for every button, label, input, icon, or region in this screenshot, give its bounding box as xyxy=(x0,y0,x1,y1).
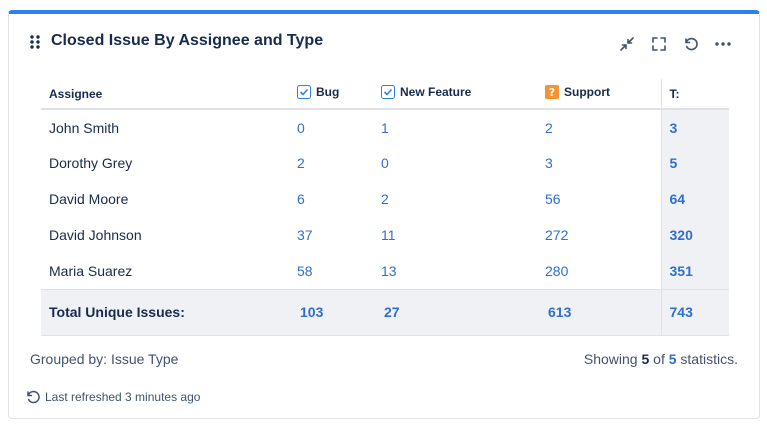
support-type-icon: ? xyxy=(545,85,559,102)
showing-total: 5 xyxy=(668,351,677,367)
assignee-name: David Johnson xyxy=(49,227,142,243)
last-refreshed-text: Last refreshed 3 minutes ago xyxy=(45,390,201,404)
showing-count-label: Showing 5 of 5 statistics. xyxy=(584,351,738,367)
summary-support-link[interactable]: 613 xyxy=(537,288,661,336)
bug-count-link[interactable]: 2 xyxy=(289,145,373,181)
refresh-button[interactable] xyxy=(675,34,707,54)
summary-total-link[interactable]: 743 xyxy=(660,288,729,336)
header-assignee[interactable]: Assignee xyxy=(41,79,289,110)
showing-prefix: Showing xyxy=(583,351,638,367)
new-feature-count-link[interactable]: 13 xyxy=(373,253,537,289)
grouped-by-label: Grouped by: Issue Type xyxy=(30,351,179,367)
assignee-name: David Moore xyxy=(49,191,129,207)
gadget-title: Closed Issue By Assignee and Type xyxy=(51,32,324,49)
bug-count-link[interactable]: 6 xyxy=(289,181,373,217)
new-feature-count-link[interactable]: 0 xyxy=(373,145,537,181)
svg-text:?: ? xyxy=(549,86,555,99)
new-feature-count-link[interactable]: 11 xyxy=(373,217,537,253)
summary-bug-link[interactable]: 103 xyxy=(289,288,373,336)
support-count-link[interactable]: 2 xyxy=(537,109,661,145)
row-total-link[interactable]: 3 xyxy=(660,109,729,145)
bug-count-link[interactable]: 58 xyxy=(289,253,373,289)
summary-label: Total Unique Issues: xyxy=(41,288,289,336)
table-header-row: Assignee Bug New Feature ? Support T: xyxy=(41,79,729,110)
showing-of: of xyxy=(653,351,665,367)
last-refreshed: Last refreshed 3 minutes ago xyxy=(25,389,200,405)
new-feature-type-icon xyxy=(381,85,395,102)
more-options-button[interactable] xyxy=(707,34,739,54)
support-count-link[interactable]: 272 xyxy=(537,217,661,253)
header-new-feature-label: New Feature xyxy=(400,85,472,99)
table-row: John Smith 0 1 2 3 xyxy=(41,109,729,145)
table-row: Dorothy Grey 2 0 3 5 xyxy=(41,145,729,181)
assignee-name: Maria Suarez xyxy=(49,262,133,279)
showing-count: 5 xyxy=(641,351,650,367)
table-row: Maria Suarez 58 13 280 351 xyxy=(41,253,729,289)
assignee-name: John Smith xyxy=(49,119,120,136)
more-options-icon xyxy=(715,42,731,46)
bug-type-icon xyxy=(297,85,311,102)
assignee-name: Dorothy Grey xyxy=(49,155,133,171)
support-count-link[interactable]: 56 xyxy=(537,181,661,217)
header-bug-label: Bug xyxy=(316,85,340,99)
summary-new-feature-link[interactable]: 27 xyxy=(373,288,537,336)
table-row: David Johnson 37 11 272 320 xyxy=(41,217,729,253)
gadget-header: Closed Issue By Assignee and Type xyxy=(9,14,759,70)
row-total-link[interactable]: 320 xyxy=(660,217,729,253)
header-total[interactable]: T: xyxy=(660,79,729,110)
new-feature-count-link[interactable]: 2 xyxy=(373,181,537,217)
header-new-feature[interactable]: New Feature xyxy=(373,79,537,110)
support-count-link[interactable]: 280 xyxy=(537,253,661,289)
table-row: David Moore 6 2 56 64 xyxy=(41,181,729,217)
header-support-label: Support xyxy=(564,85,610,99)
summary-row: Total Unique Issues: 103 27 613 743 xyxy=(41,288,729,336)
gadget-actions xyxy=(611,34,739,54)
refresh-icon xyxy=(685,37,698,51)
new-feature-count-link[interactable]: 1 xyxy=(373,109,537,145)
header-bug[interactable]: Bug xyxy=(289,79,373,110)
minimize-button[interactable] xyxy=(611,34,643,54)
showing-suffix: statistics. xyxy=(680,351,738,367)
header-support[interactable]: ? Support xyxy=(537,79,661,110)
bug-count-link[interactable]: 0 xyxy=(289,109,373,145)
fullscreen-button[interactable] xyxy=(643,34,675,54)
support-count-link[interactable]: 3 xyxy=(537,145,661,181)
row-total-link[interactable]: 64 xyxy=(660,181,729,217)
fullscreen-icon xyxy=(652,37,666,51)
drag-handle-icon[interactable] xyxy=(29,34,41,50)
refresh-small-icon xyxy=(27,390,40,404)
row-total-link[interactable]: 5 xyxy=(660,145,729,181)
statistics-table: Assignee Bug New Feature ? Support T: Jo… xyxy=(41,79,729,336)
statistics-gadget: Closed Issue By Assignee and Type Assign… xyxy=(8,10,760,419)
minimize-icon xyxy=(620,37,634,51)
row-total-link[interactable]: 351 xyxy=(660,253,729,289)
bug-count-link[interactable]: 37 xyxy=(289,217,373,253)
